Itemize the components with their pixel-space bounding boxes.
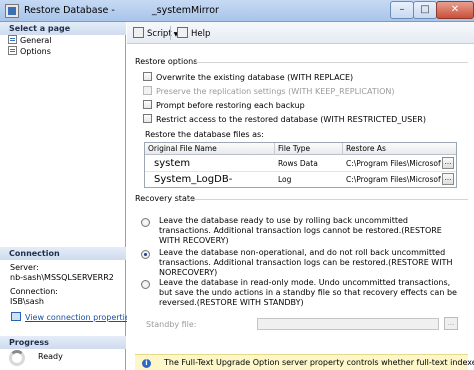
standby-file-input[interactable] [257,318,439,330]
restore-files-grid[interactable]: Original File Name File Type Restore As … [144,142,457,188]
help-button[interactable]: Help [177,27,210,39]
browse-button[interactable]: ... [442,173,454,185]
standby-browse-button[interactable]: ... [444,317,458,330]
preserve-replication-checkbox[interactable]: Preserve the replication settings (WITH … [143,86,395,97]
divider [187,199,468,200]
page-icon [8,46,17,55]
divider [193,62,468,63]
right-pane: Script ▼ Help Restore options Overwrite t… [127,22,474,370]
checkbox-box[interactable] [143,72,152,81]
maximize-button[interactable]: □ [413,1,437,19]
checkbox-box[interactable] [143,100,152,109]
script-icon [133,27,144,38]
radio-button[interactable] [141,250,150,259]
select-page-header: Select a page [0,22,126,35]
info-icon: i [142,359,151,368]
left-pane: Select a page General Options Connection… [0,22,134,370]
checkbox-box[interactable] [143,86,152,95]
column-header-restore-as[interactable]: Restore As [343,143,456,155]
view-connection-properties-link[interactable]: View connection properties [11,312,134,322]
prompt-before-restore-checkbox[interactable]: Prompt before restoring each backup [143,100,305,111]
radio-button[interactable] [141,218,150,227]
connection-value: ISB\sash [10,297,44,306]
progress-status: Ready [38,352,63,361]
window-title: Restore Database - _systemMirror [24,5,219,16]
server-label: Server: [10,263,39,272]
files-title: Restore the database files as: [145,130,264,139]
browse-button[interactable]: ... [442,157,454,169]
column-header-file-type[interactable]: File Type [275,143,343,155]
toolbar-separator [170,26,171,40]
cell-original-name: system [154,158,191,169]
server-value: nb-sash\MSSQLSERVERR2 [10,273,114,282]
column-header-original[interactable]: Original File Name [145,143,275,155]
checkbox-box[interactable] [143,114,152,123]
overwrite-checkbox[interactable]: Overwrite the existing database (WITH RE… [143,72,353,83]
properties-icon [11,312,21,321]
page-item-general[interactable]: General [8,35,52,46]
connection-header: Connection [0,247,126,260]
info-text: The Full-Text Upgrade Option server prop… [164,358,474,367]
standby-file-label: Standby file: [146,320,197,329]
cell-file-type: Log [278,175,292,184]
help-icon [177,27,188,38]
progress-header: Progress [0,336,126,349]
cell-original-name: System_LogDB- [154,174,233,185]
restrict-access-checkbox[interactable]: Restrict access to the restored database… [143,114,426,125]
info-bar: i The Full-Text Upgrade Option server pr… [135,354,474,370]
progress-spinner-icon [9,350,25,366]
page-item-options[interactable]: Options [8,46,51,57]
script-button[interactable]: Script ▼ [133,27,178,39]
cell-restore-as[interactable]: C:\Program Files\Microsoft SQL... [343,156,441,171]
minimize-button[interactable]: – [390,1,414,19]
radio-button[interactable] [141,280,150,289]
toolbar: Script ▼ Help [127,22,474,44]
close-button[interactable]: ✕ [436,1,474,19]
connection-label: Connection: [10,287,58,296]
recovery-state-title: Recovery state [135,194,195,203]
cell-file-type: Rows Data [278,159,318,168]
app-icon [5,4,19,18]
page-icon [8,35,17,44]
restore-options-title: Restore options [135,57,198,66]
cell-restore-as[interactable]: C:\Program Files\Microsoft SQL... [343,172,441,187]
title-bar: Restore Database - _systemMirror – □ ✕ [0,0,474,22]
